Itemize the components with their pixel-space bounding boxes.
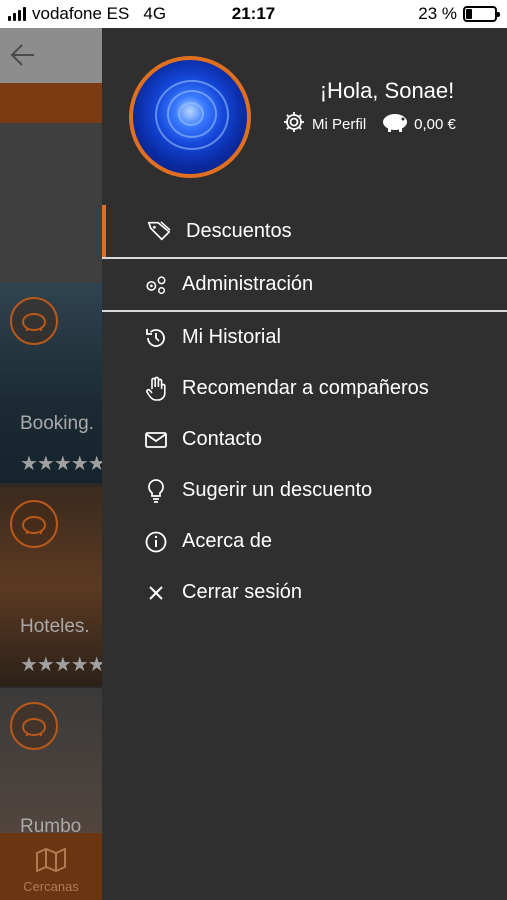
- tag-icon: [147, 219, 171, 243]
- menu-item-label: Recomendar a compañeros: [182, 377, 429, 399]
- card-title: Hoteles.: [20, 616, 90, 637]
- history-icon: [144, 326, 168, 350]
- balance-amount: 0,00 €: [414, 116, 456, 133]
- menu-item-label: Mi Historial: [182, 326, 281, 348]
- piggy-bank-icon: [380, 111, 410, 138]
- rating-stars: ★★★★★: [20, 453, 102, 475]
- menu-item-contacto[interactable]: Contacto: [102, 414, 507, 465]
- battery-icon: [463, 6, 500, 22]
- envelope-icon: [144, 428, 168, 452]
- background-screen: Booking. ★★★★★ Hoteles. ★★★★★ Rumbo Cerc…: [0, 28, 102, 900]
- drawer-menu: Descuentos Administración Mi Historial R…: [102, 205, 507, 618]
- navigation-drawer: ¡Hola, Sonae! Mi Perfil 0,00 € Descuento…: [102, 28, 507, 900]
- menu-item-label: Contacto: [182, 428, 263, 450]
- menu-item-historial[interactable]: Mi Historial: [102, 312, 507, 363]
- bottom-nav: Cercanas: [0, 833, 102, 900]
- menu-item-label: Descuentos: [186, 219, 292, 242]
- menu-item-label: Administración: [182, 273, 314, 295]
- battery-percent: 23 %: [418, 4, 457, 23]
- gears-icon: [144, 273, 168, 297]
- orange-strip: [0, 83, 102, 123]
- piggy-bank-icon: [10, 702, 58, 750]
- status-bar: vodafone ES 4G 21:17 23 %: [0, 0, 507, 28]
- hand-icon: [144, 376, 168, 401]
- back-arrow-icon[interactable]: [10, 42, 36, 73]
- piggy-bank-icon: [10, 500, 58, 548]
- offer-card[interactable]: Hoteles. ★★★★★: [0, 486, 102, 686]
- gear-icon[interactable]: [282, 110, 306, 139]
- piggy-bank-icon: [10, 297, 58, 345]
- menu-item-cerrar-sesion[interactable]: Cerrar sesión: [102, 567, 507, 618]
- menu-item-label: Cerrar sesión: [182, 581, 303, 603]
- menu-item-label: Sugerir un descuento: [182, 479, 373, 501]
- menu-item-administracion[interactable]: Administración: [102, 259, 507, 310]
- rating-stars: ★★★★★: [20, 654, 102, 676]
- greeting: ¡Hola, Sonae!: [319, 78, 455, 103]
- avatar[interactable]: [129, 56, 251, 178]
- menu-item-sugerir[interactable]: Sugerir un descuento: [102, 465, 507, 516]
- menu-item-acerca[interactable]: Acerca de: [102, 516, 507, 567]
- nav-label-cercanas[interactable]: Cercanas: [0, 879, 102, 894]
- menu-item-recomendar[interactable]: Recomendar a compañeros: [102, 363, 507, 414]
- close-icon: [144, 581, 168, 605]
- content-area: [0, 123, 102, 283]
- card-title: Booking.: [20, 413, 94, 434]
- menu-item-descuentos[interactable]: Descuentos: [102, 205, 507, 257]
- map-icon[interactable]: [35, 845, 67, 880]
- info-icon: [144, 530, 168, 554]
- menu-item-label: Acerca de: [182, 530, 273, 552]
- profile-link[interactable]: Mi Perfil: [312, 116, 366, 133]
- offer-card[interactable]: Booking. ★★★★★: [0, 283, 102, 483]
- profile-row: Mi Perfil 0,00 €: [282, 110, 456, 139]
- lightbulb-icon: [144, 478, 168, 503]
